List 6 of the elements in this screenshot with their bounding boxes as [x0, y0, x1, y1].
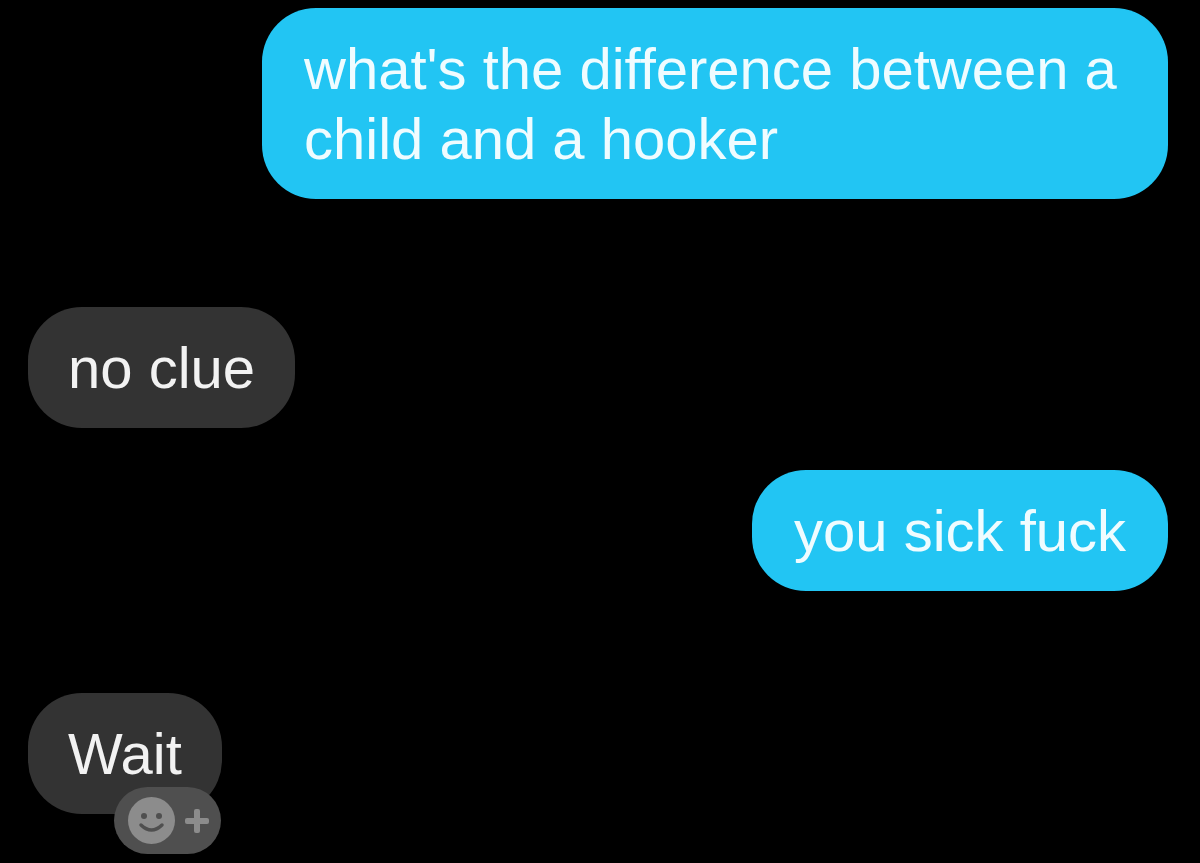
message-text: Wait [68, 720, 182, 788]
message-text: you sick fuck [794, 497, 1126, 565]
plus-icon [185, 808, 209, 833]
message-text: what's the difference between a child and a hooker [304, 35, 1118, 173]
smiley-icon [128, 797, 175, 844]
message-text: no clue [68, 334, 256, 402]
